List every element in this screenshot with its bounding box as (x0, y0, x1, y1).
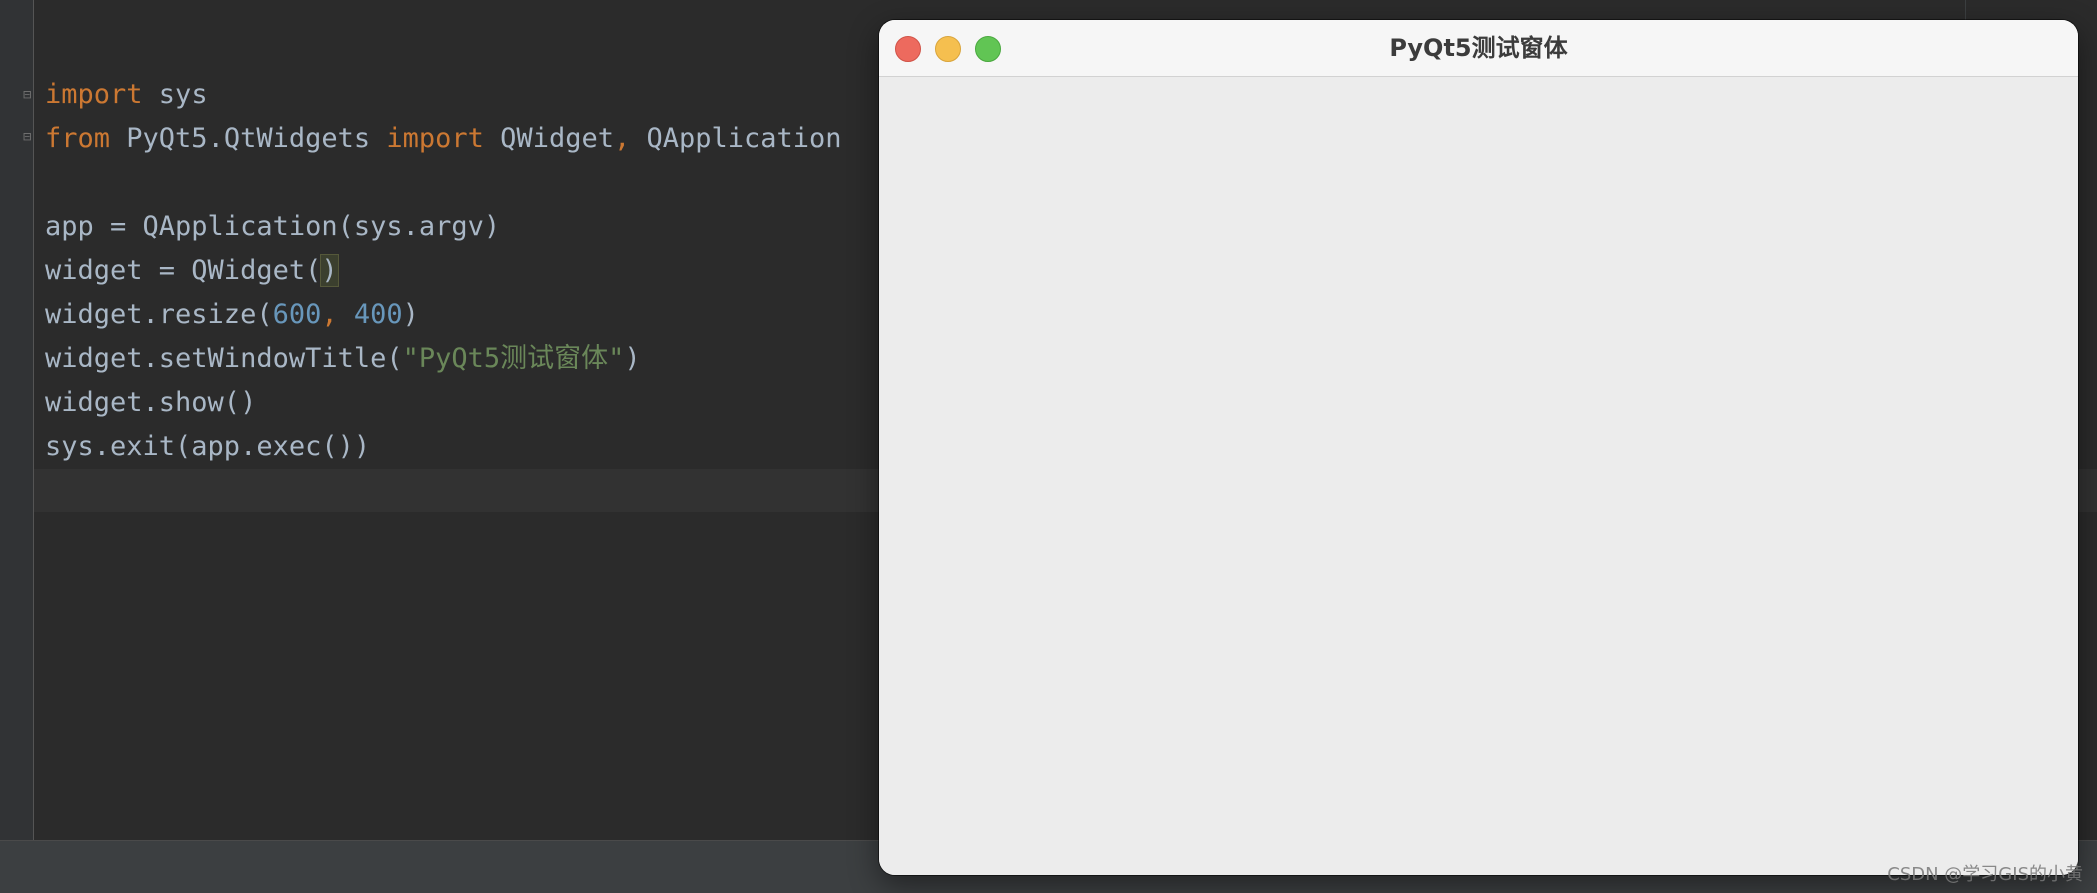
code-token: widget = QWidget( (45, 255, 321, 286)
watermark: CSDN @学习GIS的小黄 (1887, 860, 2083, 886)
code-token: ) (624, 343, 640, 374)
code-token: app = QApplication(sys.argv) (45, 211, 500, 242)
code-token: widget.show() (45, 387, 256, 418)
pyqt-window[interactable]: PyQt5测试窗体 (879, 20, 2078, 875)
code-token: ) (403, 299, 419, 330)
code-line-5[interactable]: widget = QWidget() (45, 249, 338, 293)
window-titlebar[interactable]: PyQt5测试窗体 (879, 20, 2078, 77)
code-token: from (45, 123, 110, 154)
code-line-4[interactable]: app = QApplication(sys.argv) (45, 205, 500, 249)
code-token: import (386, 123, 484, 154)
code-token: , (321, 299, 354, 330)
code-token: import (45, 79, 143, 110)
code-line-9[interactable]: sys.exit(app.exec()) (45, 425, 370, 469)
code-line-7[interactable]: widget.setWindowTitle("PyQt5测试窗体") (45, 337, 641, 381)
code-token: 400 (354, 299, 403, 330)
editor-gutter (0, 0, 34, 840)
fold-marker-icon[interactable]: ⊟ (23, 128, 37, 146)
code-token: , (614, 123, 630, 154)
code-token: ) (321, 255, 337, 286)
code-token: "PyQt5测试窗体" (403, 343, 625, 374)
code-token: widget.setWindowTitle( (45, 343, 403, 374)
code-line-6[interactable]: widget.resize(600, 400) (45, 293, 419, 337)
code-token: widget.resize( (45, 299, 273, 330)
code-token: sys.exit(app.exec()) (45, 431, 370, 462)
code-line-1[interactable]: import sys (45, 73, 208, 117)
fold-marker-icon[interactable]: ⊟ (23, 86, 37, 104)
code-line-8[interactable]: widget.show() (45, 381, 256, 425)
code-token: 600 (273, 299, 322, 330)
code-token: sys (143, 79, 208, 110)
window-content (879, 77, 2078, 875)
code-line-2[interactable]: from PyQt5.QtWidgets import QWidget, QAp… (45, 117, 842, 161)
code-token: QApplication (630, 123, 841, 154)
window-title: PyQt5测试窗体 (879, 20, 2078, 76)
code-token: QWidget (484, 123, 614, 154)
code-token: PyQt5.QtWidgets (110, 123, 386, 154)
